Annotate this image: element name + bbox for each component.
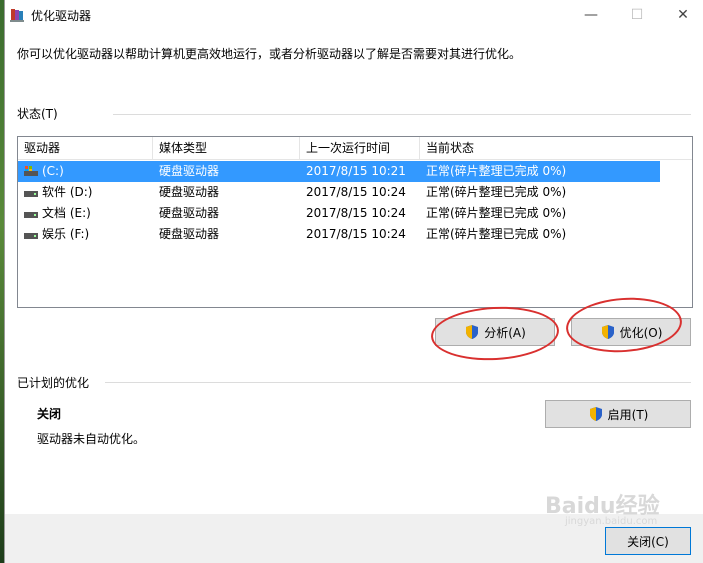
- current-status: 正常(碎片整理已完成 0%): [426, 164, 567, 178]
- current-status: 正常(碎片整理已完成 0%): [426, 227, 567, 241]
- last-run-time: 2017/8/15 10:24: [306, 227, 406, 241]
- drive-name: 软件 (D:): [42, 185, 93, 199]
- close-button[interactable]: 关闭(C): [605, 527, 691, 555]
- column-header-media-type[interactable]: 媒体类型: [153, 137, 300, 159]
- column-header-last-run[interactable]: 上一次运行时间: [300, 137, 420, 159]
- title-bar[interactable]: 优化驱动器 — ☐ ✕: [5, 0, 703, 30]
- status-divider: [113, 114, 691, 115]
- media-type: 硬盘驱动器: [159, 185, 220, 199]
- schedule-state: 关闭: [37, 407, 62, 421]
- last-run-time: 2017/8/15 10:21: [306, 164, 406, 178]
- drive-name: 娱乐 (F:): [42, 227, 90, 241]
- close-window-button[interactable]: ✕: [660, 0, 703, 30]
- last-run-time: 2017/8/15 10:24: [306, 185, 406, 199]
- column-header-drive[interactable]: 驱动器: [18, 137, 153, 159]
- enable-button-label: 启用(T): [607, 407, 649, 422]
- media-type: 硬盘驱动器: [159, 164, 220, 178]
- drive-row-c[interactable]: (C:) 硬盘驱动器 2017/8/15 10:21 正常(碎片整理已完成 0%…: [18, 161, 660, 182]
- last-run-time: 2017/8/15 10:24: [306, 206, 406, 220]
- defrag-app-icon: [10, 9, 24, 22]
- drive-row-e[interactable]: 文档 (E:) 硬盘驱动器 2017/8/15 10:24 正常(碎片整理已完成…: [18, 203, 660, 224]
- current-status: 正常(碎片整理已完成 0%): [426, 185, 567, 199]
- schedule-detail: 驱动器未自动优化。: [37, 432, 146, 446]
- enable-button[interactable]: 启用(T): [545, 400, 691, 428]
- drive-icon: [24, 233, 38, 239]
- drive-row-f[interactable]: 娱乐 (F:) 硬盘驱动器 2017/8/15 10:24 正常(碎片整理已完成…: [18, 224, 660, 245]
- column-header-current-status[interactable]: 当前状态: [420, 137, 692, 159]
- close-button-label: 关闭(C): [627, 534, 669, 549]
- window-title: 优化驱动器: [31, 9, 92, 23]
- drives-list-header: 驱动器 媒体类型 上一次运行时间 当前状态: [18, 137, 692, 160]
- windows-drive-icon: [24, 166, 38, 176]
- red-annotation-circle: [429, 303, 561, 364]
- media-type: 硬盘驱动器: [159, 227, 220, 241]
- scheduled-divider: [105, 382, 691, 383]
- watermark-url: jingyan.baidu.com: [565, 516, 658, 527]
- description-text: 你可以优化驱动器以帮助计算机更高效地运行，或者分析驱动器以了解是否需要对其进行优…: [17, 47, 522, 61]
- drives-list[interactable]: 驱动器 媒体类型 上一次运行时间 当前状态 (C:) 硬盘驱动器 2017/8/…: [17, 136, 693, 308]
- drive-row-d[interactable]: 软件 (D:) 硬盘驱动器 2017/8/15 10:24 正常(碎片整理已完成…: [18, 182, 660, 203]
- drive-icon: [24, 212, 38, 218]
- uac-shield-icon: [589, 407, 602, 421]
- media-type: 硬盘驱动器: [159, 206, 220, 220]
- scheduled-section-label: 已计划的优化: [17, 376, 90, 390]
- optimize-drives-window: 优化驱动器 — ☐ ✕ 你可以优化驱动器以帮助计算机更高效地运行，或者分析驱动器…: [4, 0, 703, 563]
- status-section-label: 状态(T): [17, 107, 58, 121]
- drive-name: (C:): [42, 164, 64, 178]
- drive-name: 文档 (E:): [42, 206, 91, 220]
- current-status: 正常(碎片整理已完成 0%): [426, 206, 567, 220]
- maximize-button[interactable]: ☐: [614, 0, 660, 30]
- minimize-button[interactable]: —: [568, 0, 614, 30]
- drive-icon: [24, 191, 38, 197]
